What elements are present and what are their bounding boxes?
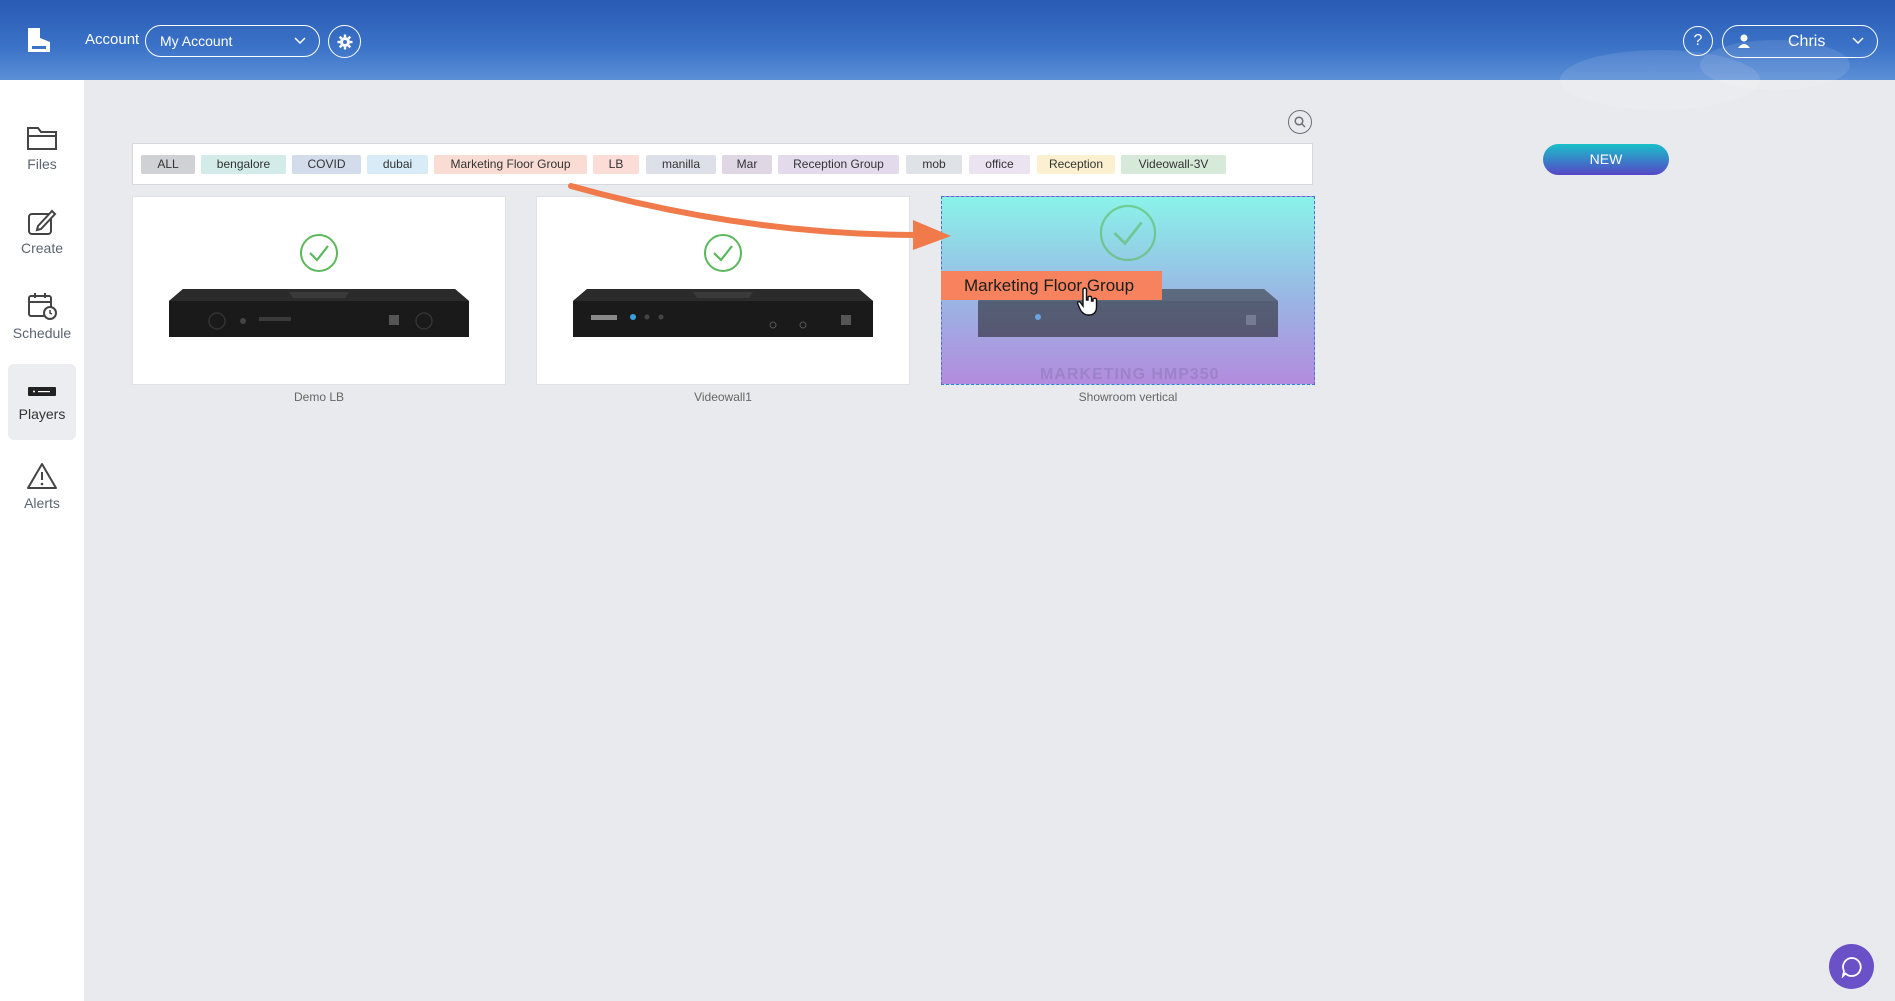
sidebar-item-players[interactable]: Players bbox=[8, 364, 76, 440]
sidebar-item-label: Files bbox=[27, 156, 57, 172]
sidebar-item-label: Create bbox=[20, 240, 64, 256]
tag-chip[interactable]: ALL bbox=[141, 155, 195, 174]
player-name: Demo LB bbox=[293, 390, 345, 404]
player-card[interactable] bbox=[132, 196, 506, 385]
drop-target-ghost-text: MARKETING HMP350 bbox=[1040, 366, 1220, 383]
tag-chip[interactable]: dubai bbox=[367, 155, 428, 174]
chevron-down-icon bbox=[1852, 37, 1864, 45]
warning-icon bbox=[27, 463, 57, 489]
hmp400-device-icon bbox=[169, 289, 469, 337]
account-select-value: My Account bbox=[160, 33, 233, 49]
new-player-button[interactable]: NEW bbox=[1543, 144, 1669, 175]
account-select[interactable]: My Account bbox=[145, 25, 320, 57]
sidebar-item-label: Schedule bbox=[12, 325, 72, 341]
sidebar-item-create[interactable]: Create bbox=[8, 194, 76, 270]
account-label: Account bbox=[85, 31, 140, 48]
tag-chip[interactable]: Marketing Floor Group bbox=[434, 155, 587, 174]
edit-icon bbox=[28, 209, 57, 235]
online-check-icon bbox=[1099, 204, 1157, 262]
tag-filter-bar: ALL bengalore COVID dubai Marketing Floo… bbox=[132, 143, 1313, 185]
user-menu-button[interactable]: Chris bbox=[1722, 25, 1878, 58]
top-bar: Account My Account ? Chris bbox=[0, 0, 1895, 110]
chat-button[interactable] bbox=[1829, 944, 1874, 989]
search-icon bbox=[1294, 116, 1306, 128]
tag-chip[interactable]: bengalore bbox=[201, 155, 286, 174]
player-icon bbox=[28, 387, 56, 396]
help-button[interactable]: ? bbox=[1683, 26, 1713, 56]
tag-chip[interactable]: COVID bbox=[292, 155, 361, 174]
user-name: Chris bbox=[1788, 33, 1826, 50]
folder-icon bbox=[27, 127, 57, 150]
tag-chip[interactable]: Reception bbox=[1037, 155, 1115, 174]
tag-chip[interactable]: mob bbox=[906, 155, 962, 174]
player-name: Showroom vertical bbox=[1078, 390, 1178, 404]
chat-icon bbox=[1841, 956, 1862, 978]
dragged-tag-label: Marketing Floor Group bbox=[964, 276, 1135, 295]
user-icon bbox=[1738, 34, 1750, 48]
sidebar-item-label: Players bbox=[18, 406, 66, 422]
gear-icon bbox=[337, 34, 352, 49]
tag-chip[interactable]: manilla bbox=[646, 155, 716, 174]
tag-chip[interactable]: Mar bbox=[722, 155, 772, 174]
tag-chip[interactable]: LB bbox=[593, 155, 639, 174]
sidebar-item-label: Alerts bbox=[24, 495, 60, 511]
chevron-down-icon bbox=[294, 37, 306, 45]
tag-chip[interactable]: Reception Group bbox=[778, 155, 899, 174]
online-check-icon bbox=[300, 234, 338, 272]
hand-cursor-icon bbox=[1076, 287, 1098, 316]
player-name: Videowall1 bbox=[694, 390, 752, 404]
sidebar-item-alerts[interactable]: Alerts bbox=[8, 448, 76, 524]
help-label: ? bbox=[1693, 32, 1703, 49]
sidebar-item-schedule[interactable]: Schedule bbox=[8, 278, 76, 354]
app-logo-icon[interactable] bbox=[24, 24, 54, 56]
drag-arrow-icon bbox=[568, 183, 951, 250]
tag-chip[interactable]: Videowall-3V bbox=[1121, 155, 1226, 174]
account-settings-button[interactable] bbox=[328, 25, 361, 58]
dragged-tag[interactable]: Marketing Floor Group bbox=[941, 271, 1162, 300]
search-button[interactable] bbox=[1288, 110, 1312, 134]
hmp350-device-icon bbox=[573, 289, 873, 337]
tag-chip[interactable]: office bbox=[969, 155, 1030, 174]
sidebar: Files Create Schedule Players Alerts bbox=[0, 80, 84, 1001]
calendar-clock-icon bbox=[28, 293, 57, 320]
sidebar-item-files[interactable]: Files bbox=[8, 110, 76, 186]
